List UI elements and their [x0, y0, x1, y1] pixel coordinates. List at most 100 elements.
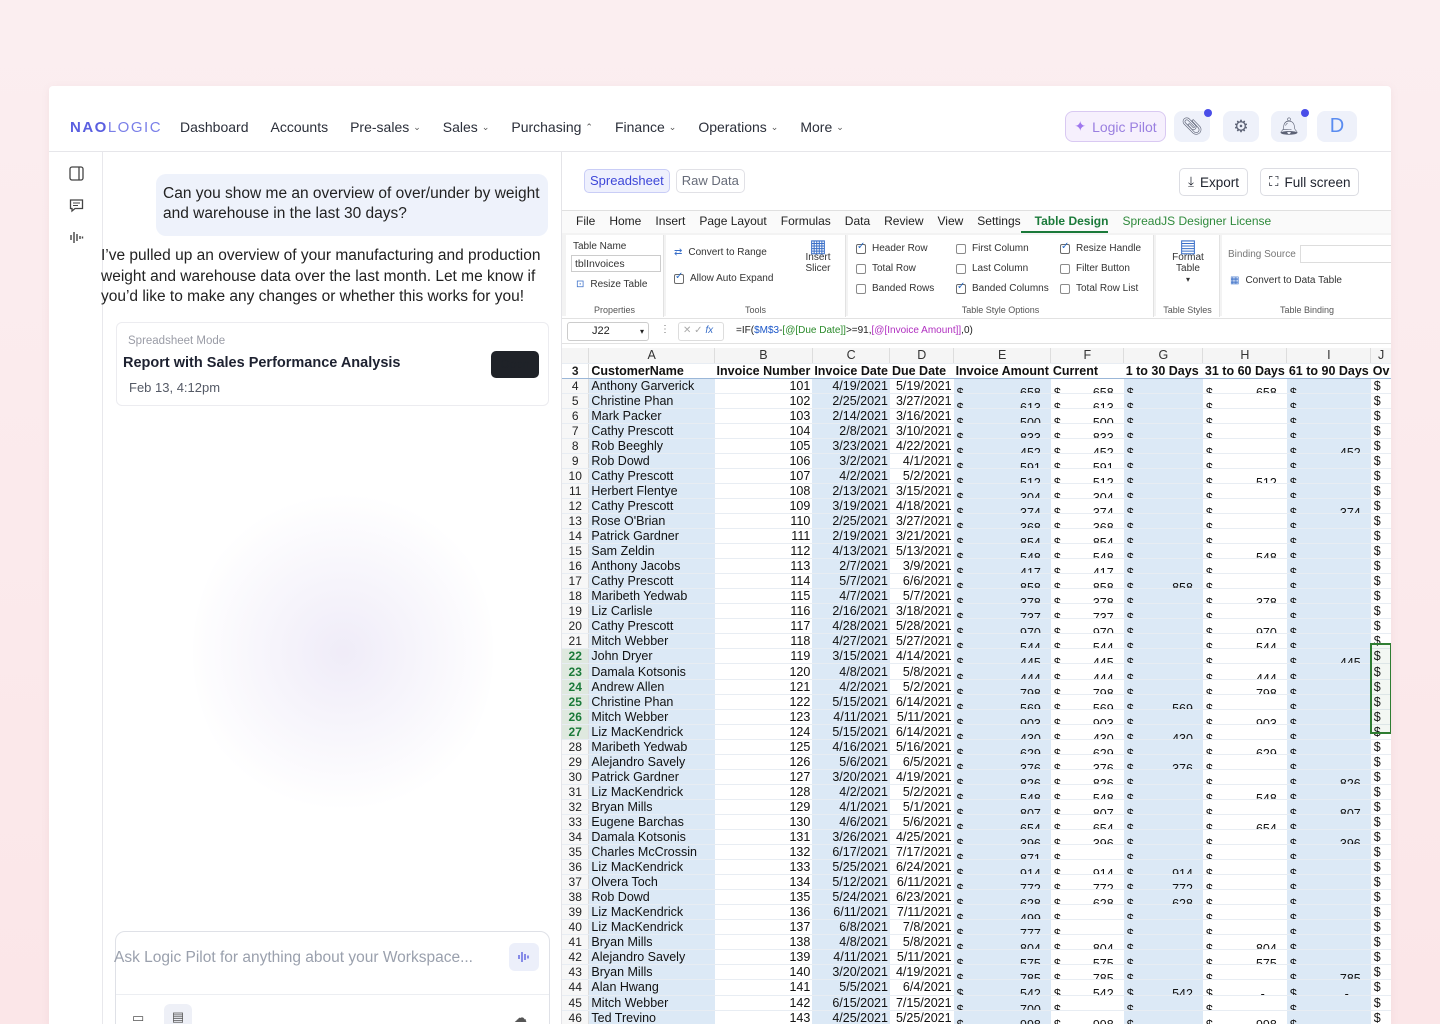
- invoice-number-cell[interactable]: 130: [714, 814, 813, 831]
- invoice-number-cell[interactable]: 103: [714, 408, 813, 424]
- invoice-date-cell[interactable]: 6/8/2021: [812, 919, 890, 936]
- format-table-button[interactable]: ▤ Format Table ▾: [1160, 237, 1216, 285]
- over-cell[interactable]: $: [1370, 934, 1391, 951]
- attachments-button[interactable]: 📎︎: [1174, 109, 1212, 142]
- due-date-cell[interactable]: 4/14/2021: [889, 648, 954, 665]
- ribbon-tab-file[interactable]: File: [562, 211, 595, 233]
- invoice-number-cell[interactable]: 115: [714, 588, 813, 605]
- amount-cell[interactable]: $-: [1286, 618, 1371, 635]
- amount-cell[interactable]: $-: [1202, 648, 1287, 665]
- customer-cell[interactable]: Charles McCrossin: [588, 844, 715, 861]
- header-cell[interactable]: 61 to 90 Days: [1286, 363, 1371, 379]
- due-date-cell[interactable]: 5/2/2021: [889, 679, 954, 695]
- invoice-date-cell[interactable]: 4/1/2021: [812, 799, 890, 815]
- amount-cell[interactable]: $654: [953, 814, 1051, 831]
- invoice-date-cell[interactable]: 4/19/2021: [812, 378, 890, 394]
- due-date-cell[interactable]: 3/15/2021: [889, 483, 954, 499]
- row-number[interactable]: 4: [562, 378, 590, 394]
- invoice-number-cell[interactable]: 125: [714, 739, 813, 755]
- amount-cell[interactable]: $-: [1286, 558, 1371, 575]
- amount-cell[interactable]: $-: [1202, 754, 1287, 770]
- over-cell[interactable]: $: [1370, 844, 1391, 861]
- invoice-number-cell[interactable]: 108: [714, 483, 813, 499]
- customer-cell[interactable]: Mark Packer: [588, 408, 715, 424]
- amount-cell[interactable]: $-: [1286, 889, 1371, 906]
- over-cell[interactable]: $: [1370, 573, 1391, 590]
- amount-cell[interactable]: $804: [1202, 934, 1287, 951]
- ribbon-tab-home[interactable]: Home: [595, 211, 641, 233]
- over-cell[interactable]: $: [1370, 423, 1391, 439]
- amount-cell[interactable]: $500: [1050, 408, 1124, 424]
- invoice-number-cell[interactable]: 116: [714, 603, 813, 620]
- due-date-cell[interactable]: 6/14/2021: [889, 694, 954, 710]
- row-number[interactable]: 20: [562, 618, 590, 635]
- cell-name-box[interactable]: J22 ▾: [567, 322, 649, 341]
- customer-cell[interactable]: Cathy Prescott: [588, 498, 715, 515]
- invoice-date-cell[interactable]: 4/7/2021: [812, 588, 890, 605]
- due-date-cell[interactable]: 5/1/2021: [889, 799, 954, 815]
- amount-cell[interactable]: $445: [1286, 648, 1371, 665]
- amount-cell[interactable]: $-: [1202, 995, 1287, 1011]
- amount-cell[interactable]: $-: [1286, 784, 1371, 800]
- ribbon-tab-formulas[interactable]: Formulas: [767, 211, 831, 233]
- due-date-cell[interactable]: 5/11/2021: [889, 949, 954, 966]
- invoice-number-cell[interactable]: 138: [714, 934, 813, 951]
- amount-cell[interactable]: $826: [953, 769, 1051, 785]
- invoice-date-cell[interactable]: 5/5/2021: [812, 979, 890, 996]
- amount-cell[interactable]: $-: [1202, 979, 1287, 996]
- due-date-cell[interactable]: 5/8/2021: [889, 934, 954, 951]
- invoice-number-cell[interactable]: 101: [714, 378, 813, 394]
- over-cell[interactable]: $: [1370, 588, 1391, 605]
- due-date-cell[interactable]: 7/15/2021: [889, 995, 954, 1011]
- amount-cell[interactable]: $-: [1286, 679, 1371, 695]
- amount-cell[interactable]: $-: [1202, 498, 1287, 515]
- amount-cell[interactable]: $737: [953, 603, 1051, 620]
- customer-cell[interactable]: Cathy Prescott: [588, 468, 715, 484]
- amount-cell[interactable]: $374: [1286, 498, 1371, 515]
- row-number[interactable]: 32: [562, 799, 590, 815]
- due-date-cell[interactable]: 7/11/2021: [889, 904, 954, 921]
- over-cell[interactable]: $: [1370, 919, 1391, 936]
- column-header[interactable]: [562, 348, 590, 364]
- ribbon-tab-settings[interactable]: Settings: [963, 211, 1020, 233]
- over-cell[interactable]: $: [1370, 498, 1391, 515]
- header-cell[interactable]: Invoice Date: [812, 363, 890, 379]
- customer-cell[interactable]: Eugene Barchas: [588, 814, 715, 831]
- invoice-number-cell[interactable]: 107: [714, 468, 813, 484]
- row-number[interactable]: 10: [562, 468, 590, 484]
- amount-cell[interactable]: $807: [1286, 799, 1371, 815]
- row-number[interactable]: 38: [562, 889, 590, 906]
- amount-cell[interactable]: $-: [1123, 393, 1203, 409]
- invoice-number-cell[interactable]: 123: [714, 709, 813, 725]
- invoice-date-cell[interactable]: 3/23/2021: [812, 438, 890, 454]
- amount-cell[interactable]: $575: [1202, 949, 1287, 966]
- convert-to-range-button[interactable]: ⇄ Convert to Range: [674, 247, 767, 258]
- amount-cell[interactable]: $-: [1123, 919, 1203, 936]
- header-cell[interactable]: 31 to 60 Days: [1202, 363, 1287, 379]
- customer-cell[interactable]: Liz MacKendrick: [588, 784, 715, 800]
- amount-cell[interactable]: $-: [1286, 949, 1371, 966]
- over-cell[interactable]: $: [1370, 964, 1391, 981]
- row-number[interactable]: 8: [562, 438, 590, 454]
- row-number[interactable]: 28: [562, 739, 590, 755]
- invoice-date-cell[interactable]: 4/16/2021: [812, 739, 890, 755]
- amount-cell[interactable]: $772: [953, 874, 1051, 891]
- amount-cell[interactable]: $658: [953, 378, 1051, 394]
- due-date-cell[interactable]: 5/19/2021: [889, 378, 954, 394]
- invoice-date-cell[interactable]: 4/28/2021: [812, 618, 890, 635]
- logic-pilot-button[interactable]: ✦ Logic Pilot: [1065, 111, 1166, 142]
- row-number[interactable]: 5: [562, 393, 590, 409]
- amount-cell[interactable]: $854: [1050, 528, 1124, 545]
- amount-cell[interactable]: $548: [953, 784, 1051, 800]
- chat-icon[interactable]: [66, 198, 86, 218]
- due-date-cell[interactable]: 3/18/2021: [889, 603, 954, 620]
- due-date-cell[interactable]: 4/19/2021: [889, 964, 954, 981]
- over-cell[interactable]: $: [1370, 949, 1391, 966]
- over-cell[interactable]: $: [1370, 859, 1391, 876]
- due-date-cell[interactable]: 3/10/2021: [889, 423, 954, 439]
- amount-cell[interactable]: $903: [1050, 709, 1124, 725]
- over-cell[interactable]: $: [1370, 814, 1391, 831]
- invoice-number-cell[interactable]: 111: [714, 528, 813, 545]
- amount-cell[interactable]: $548: [1050, 543, 1124, 560]
- customer-cell[interactable]: Maribeth Yedwab: [588, 588, 715, 605]
